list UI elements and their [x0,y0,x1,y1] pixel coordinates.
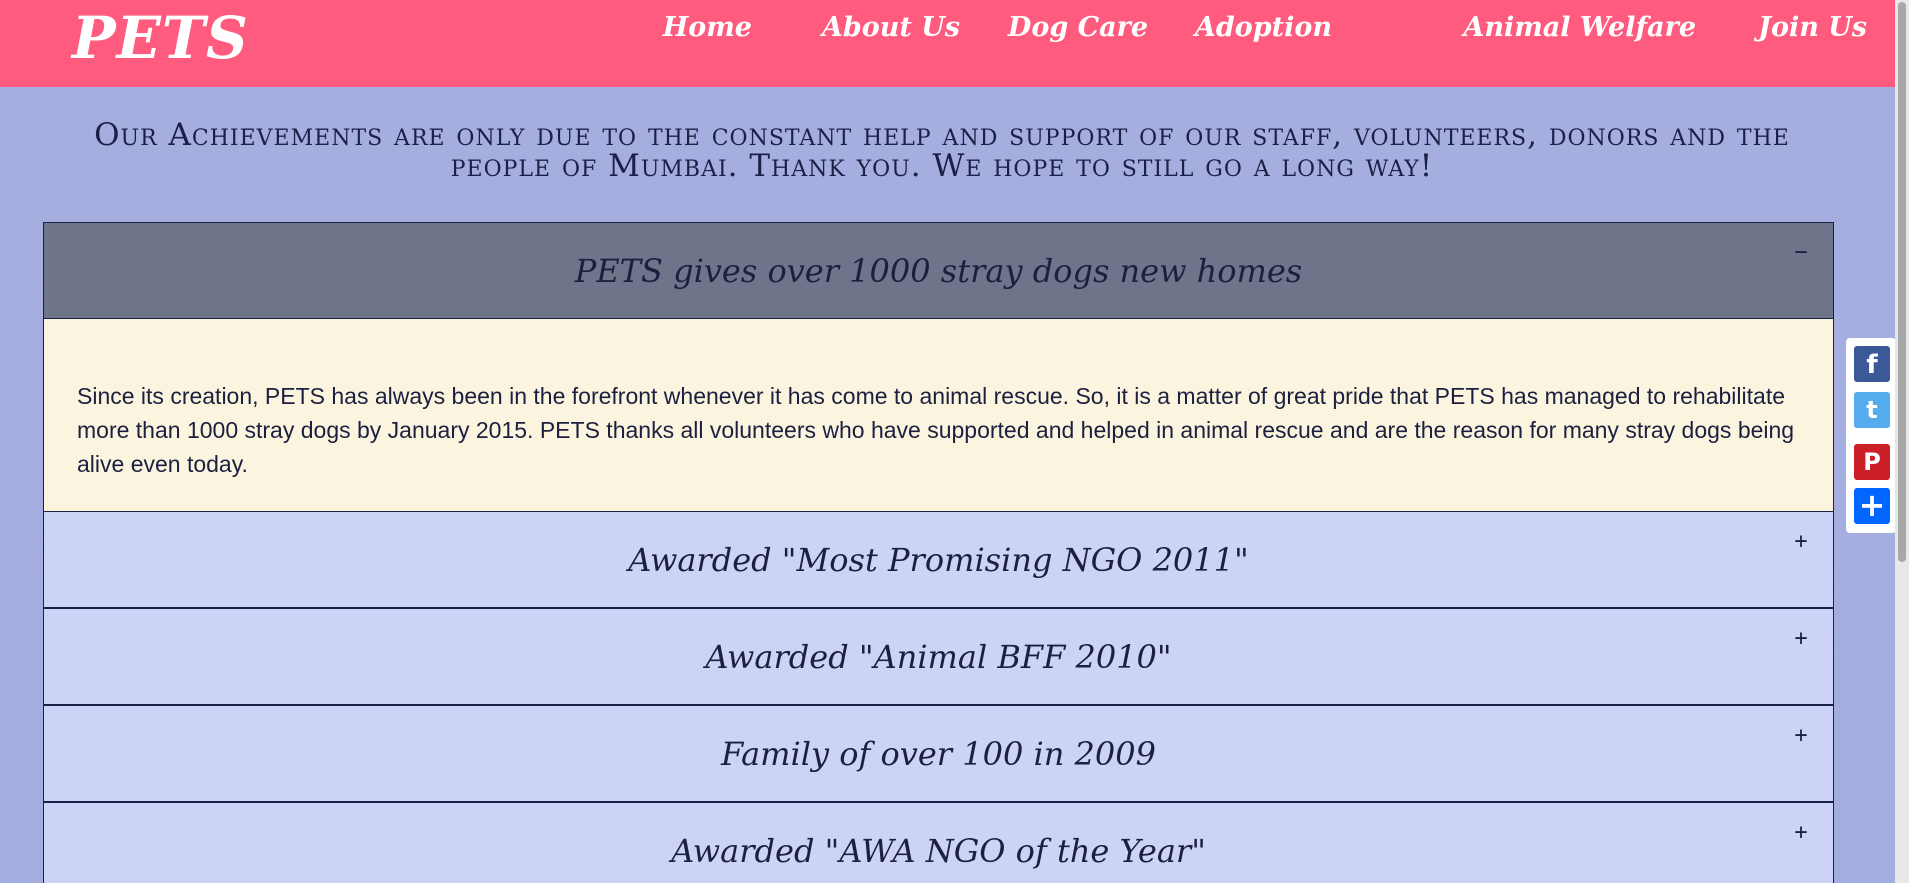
share-bar: f t P + [1846,338,1896,533]
plus-icon[interactable]: + [1791,531,1811,553]
scroll-thumb[interactable] [1898,2,1906,562]
navbar: PETS Home About Us Dog Care Adoption Ani… [0,0,1895,87]
plus-icon[interactable]: + [1791,822,1811,844]
accordion-header-awa-ngo[interactable]: Awarded "AWA NGO of the Year" + [43,802,1834,883]
accordion-header-most-promising-ngo[interactable]: Awarded "Most Promising NGO 2011" + [43,511,1834,608]
intro-text: Our Achievements are only due to the con… [94,117,1790,184]
accordion-title: Awarded "Animal BFF 2010" [705,637,1172,676]
scrollbar[interactable] [1895,0,1909,883]
minus-icon[interactable]: − [1791,242,1811,264]
plus-icon[interactable]: + [1791,725,1811,747]
nav-about-us[interactable]: About Us [822,12,960,43]
accordion-header-1000-dogs[interactable]: PETS gives over 1000 stray dogs new home… [43,222,1834,319]
pinterest-icon[interactable]: P [1854,444,1890,480]
accordion-title: Family of over 100 in 2009 [721,734,1156,773]
share-icon[interactable]: + [1854,488,1890,524]
facebook-icon[interactable]: f [1854,346,1890,382]
accordion-body-text: Since its creation, PETS has always been… [77,383,1795,477]
nav-animal-welfare[interactable]: Animal Welfare [1463,12,1696,43]
accordion-body: Since its creation, PETS has always been… [43,319,1834,511]
nav-adoption[interactable]: Adoption [1195,12,1332,43]
nav-join-us[interactable]: Join Us [1758,12,1867,43]
accordion-header-family-over-100[interactable]: Family of over 100 in 2009 + [43,705,1834,802]
accordion-title: PETS gives over 1000 stray dogs new home… [574,251,1303,290]
twitter-icon[interactable]: t [1854,392,1890,428]
accordion-title: Awarded "AWA NGO of the Year" [671,831,1206,870]
site-logo[interactable]: PETS [72,4,249,72]
accordion-title: Awarded "Most Promising NGO 2011" [628,540,1249,579]
achievements-accordion: PETS gives over 1000 stray dogs new home… [43,222,1834,883]
accordion-header-animal-bff[interactable]: Awarded "Animal BFF 2010" + [43,608,1834,705]
nav-dog-care[interactable]: Dog Care [1008,12,1148,43]
nav-home[interactable]: Home [663,12,752,43]
plus-icon[interactable]: + [1791,628,1811,650]
